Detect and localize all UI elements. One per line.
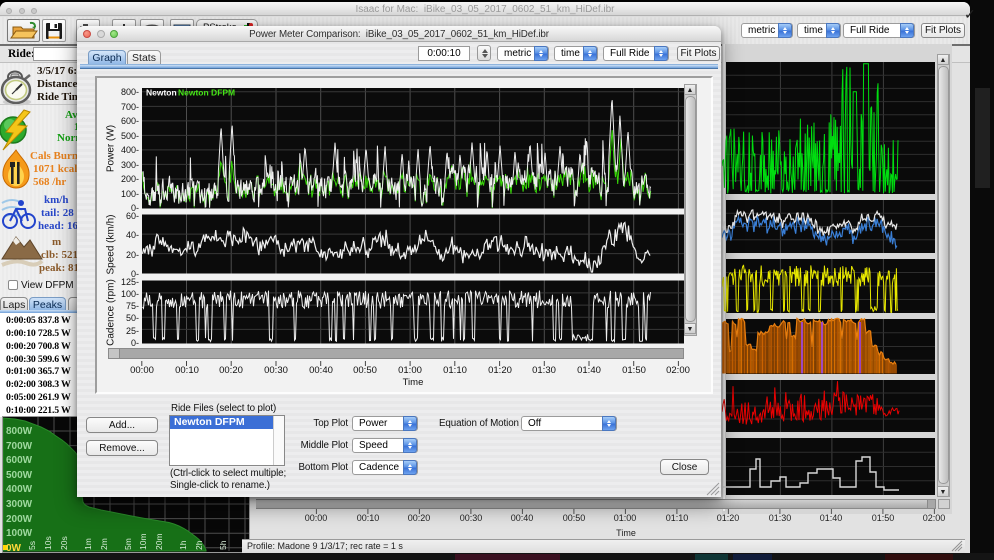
svg-text:Newton DFPM: Newton DFPM: [178, 88, 235, 98]
svg-text:Newton: Newton: [146, 88, 177, 98]
